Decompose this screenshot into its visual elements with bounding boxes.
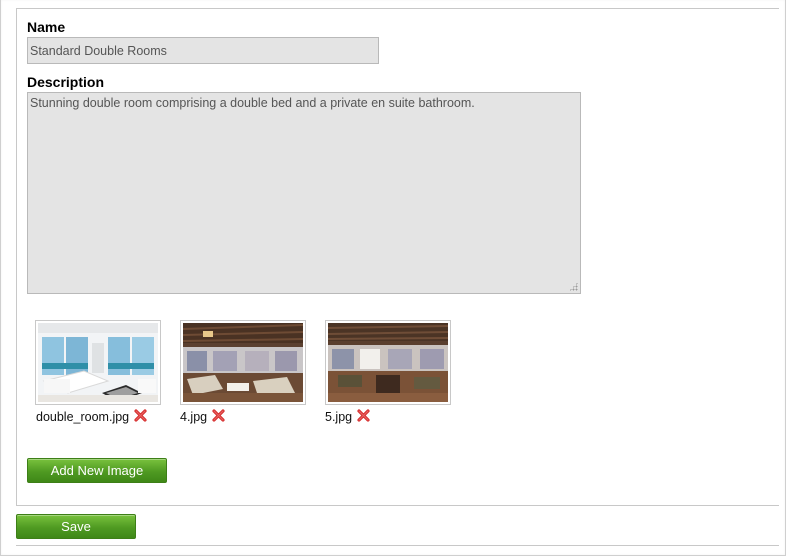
room-photo	[38, 323, 158, 402]
description-text: Stunning double room comprising a double…	[30, 96, 475, 110]
image-caption: 5.jpg	[325, 409, 370, 424]
room-photo	[328, 323, 448, 402]
image-filename: 4.jpg	[180, 410, 208, 424]
image-thumbnail[interactable]	[180, 320, 306, 405]
name-label: Name	[27, 19, 66, 35]
image-filename: double_room.jpg	[36, 410, 130, 424]
image-filename: 5.jpg	[325, 410, 353, 424]
name-input[interactable]: Standard Double Rooms	[27, 37, 379, 64]
add-new-image-button[interactable]: Add New Image	[27, 458, 167, 483]
image-caption: 4.jpg	[180, 409, 225, 424]
save-button[interactable]: Save	[16, 514, 136, 539]
image-caption: double_room.jpg	[36, 409, 147, 424]
delete-x-icon[interactable]	[357, 409, 370, 422]
description-label: Description	[27, 74, 105, 90]
room-photo	[183, 323, 303, 402]
image-thumbnail[interactable]	[35, 320, 161, 405]
divider	[16, 545, 779, 546]
delete-x-icon[interactable]	[212, 409, 225, 422]
image-thumbnail[interactable]	[325, 320, 451, 405]
resize-grip-icon[interactable]	[569, 282, 578, 291]
description-textarea[interactable]: Stunning double room comprising a double…	[27, 92, 581, 294]
delete-x-icon[interactable]	[134, 409, 147, 422]
